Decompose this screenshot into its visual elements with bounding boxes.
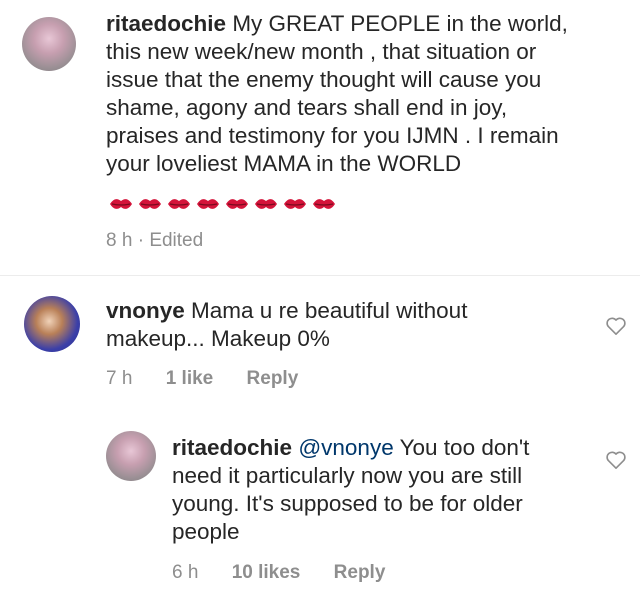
avatar-ritaedochie[interactable] (22, 17, 76, 71)
timestamp: 7 h (106, 368, 133, 389)
kiss-mark-icon (168, 199, 190, 209)
username[interactable]: ritaedochie (172, 435, 292, 460)
kiss-mark-icon (255, 199, 277, 209)
kiss-mark-icon (197, 199, 219, 209)
comment-meta: 6 h 10 likes Reply (172, 562, 385, 584)
timestamp: 6 h (172, 562, 199, 583)
comment-text: vnonye Mama u re beautiful without makeu… (106, 297, 546, 353)
timestamp: 8 h (106, 230, 133, 251)
kiss-mark-icon (226, 199, 248, 209)
comment-meta: 8 h · Edited (106, 230, 203, 252)
kiss-mark-icon (313, 199, 335, 209)
edited-label: Edited (149, 230, 204, 251)
comment-meta: 7 h 1 like Reply (106, 368, 298, 390)
username[interactable]: ritaedochie (106, 11, 226, 36)
reply-button[interactable]: Reply (334, 562, 386, 583)
reply-button[interactable]: Reply (247, 368, 299, 389)
divider (0, 275, 640, 276)
comment-text: ritaedochie @vnonye You too don't need i… (172, 434, 562, 546)
avatar-vnonye[interactable] (24, 296, 80, 352)
like-heart-icon[interactable] (605, 316, 627, 336)
kiss-emoji-row (108, 195, 337, 213)
likes-count[interactable]: 1 like (166, 368, 214, 389)
comment-text: ritaedochie My GREAT PEOPLE in the world… (106, 10, 576, 178)
like-heart-icon[interactable] (605, 450, 627, 470)
kiss-mark-icon (284, 199, 306, 209)
username[interactable]: vnonye (106, 298, 185, 323)
kiss-mark-icon (110, 199, 132, 209)
separator: · (137, 230, 145, 251)
mention-link[interactable]: @vnonye (298, 435, 393, 460)
likes-count[interactable]: 10 likes (232, 562, 301, 583)
avatar-ritaedochie[interactable] (106, 431, 156, 481)
kiss-mark-icon (139, 199, 161, 209)
